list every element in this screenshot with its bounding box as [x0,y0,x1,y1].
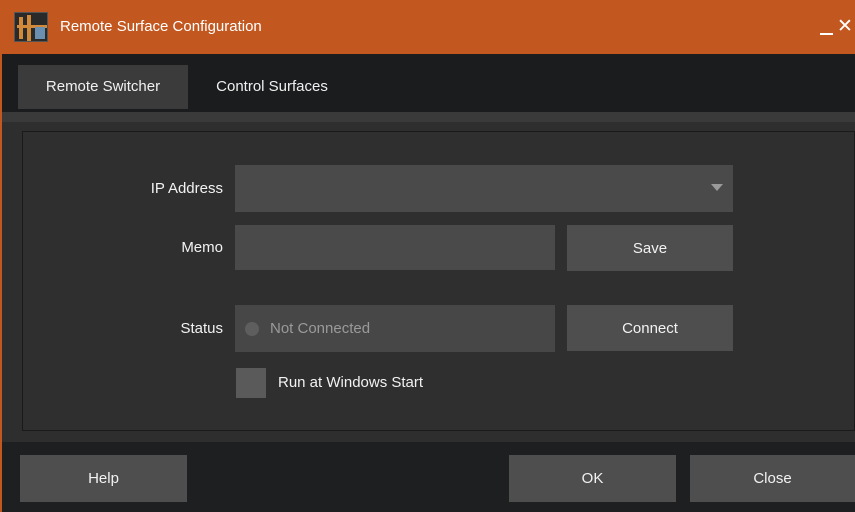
help-button[interactable]: Help [20,455,187,502]
status-value: Not Connected [270,320,371,337]
ip-address-label: IP Address [150,180,223,197]
footer-bar: Help OK Close [2,442,855,512]
close-button[interactable]: Close [690,455,855,502]
tab-remote-switcher[interactable]: Remote Switcher [18,65,188,109]
tab-control-surfaces[interactable]: Control Surfaces [192,65,352,109]
app-logo-icon [14,12,48,42]
close-icon[interactable]: ✕ [834,14,855,40]
ip-address-dropdown[interactable] [235,165,733,212]
memo-input[interactable] [235,225,555,270]
chevron-down-icon [711,184,723,191]
tab-divider [2,112,855,122]
window-title: Remote Surface Configuration [60,18,262,35]
status-label: Status [180,320,223,337]
status-display: Not Connected [235,305,555,352]
run-at-windows-start-checkbox[interactable] [236,368,266,398]
title-bar[interactable]: Remote Surface Configuration ✕ [2,0,855,54]
run-at-windows-start-label[interactable]: Run at Windows Start [278,368,423,398]
save-button[interactable]: Save [567,225,733,271]
connect-button[interactable]: Connect [567,305,733,351]
status-indicator-icon [245,322,259,336]
tab-strip: Remote Switcher Control Surfaces [2,54,855,112]
remote-surface-configuration-window: Remote Surface Configuration ✕ Remote Sw… [0,0,855,512]
ok-button[interactable]: OK [509,455,676,502]
memo-label: Memo [181,239,223,256]
